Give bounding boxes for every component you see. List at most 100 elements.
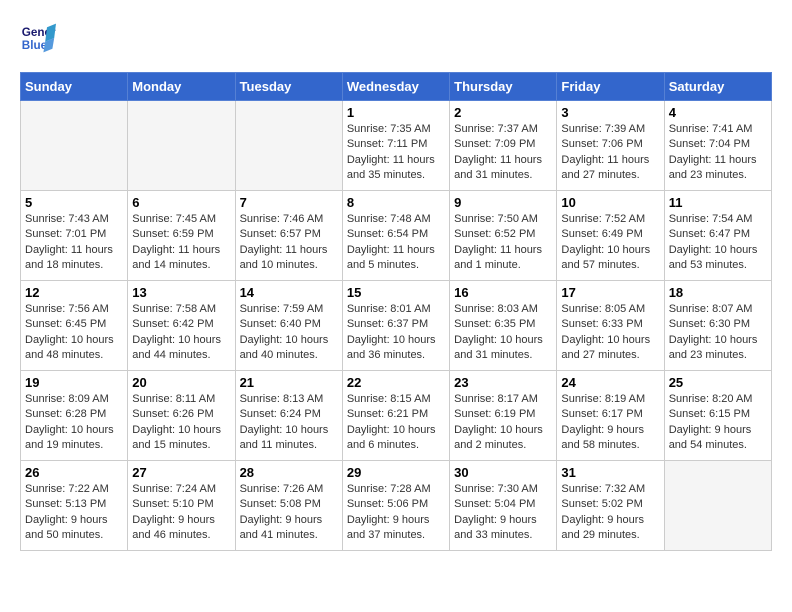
day-number: 26 bbox=[25, 465, 123, 480]
calendar-cell: 9 Sunrise: 7:50 AM Sunset: 6:52 PM Daylig… bbox=[450, 191, 557, 281]
calendar-week-row: 12 Sunrise: 7:56 AM Sunset: 6:45 PM Dayli… bbox=[21, 281, 772, 371]
day-info: Sunrise: 8:09 AM Sunset: 6:28 PM Dayligh… bbox=[25, 392, 123, 454]
calendar-cell: 27 Sunrise: 7:24 AM Sunset: 5:10 PM Dayli… bbox=[128, 461, 235, 551]
day-info: Sunrise: 7:24 AM Sunset: 5:10 PM Dayligh… bbox=[132, 482, 230, 544]
day-info: Sunrise: 7:30 AM Sunset: 5:04 PM Dayligh… bbox=[454, 482, 552, 544]
day-number: 25 bbox=[669, 375, 767, 390]
day-number: 12 bbox=[25, 285, 123, 300]
calendar-cell: 30 Sunrise: 7:30 AM Sunset: 5:04 PM Dayli… bbox=[450, 461, 557, 551]
day-info: Sunrise: 7:28 AM Sunset: 5:06 PM Dayligh… bbox=[347, 482, 445, 544]
calendar-cell: 3 Sunrise: 7:39 AM Sunset: 7:06 PM Daylig… bbox=[557, 101, 664, 191]
calendar-cell bbox=[664, 461, 771, 551]
calendar-cell: 2 Sunrise: 7:37 AM Sunset: 7:09 PM Daylig… bbox=[450, 101, 557, 191]
day-number: 5 bbox=[25, 195, 123, 210]
day-info: Sunrise: 8:20 AM Sunset: 6:15 PM Dayligh… bbox=[669, 392, 767, 454]
calendar-cell: 14Sunrise: 7:59 AM Sunset: 6:40 PM Dayli… bbox=[235, 281, 342, 371]
day-number: 28 bbox=[240, 465, 338, 480]
day-number: 20 bbox=[132, 375, 230, 390]
weekday-header-wednesday: Wednesday bbox=[342, 73, 449, 101]
day-info: Sunrise: 8:17 AM Sunset: 6:19 PM Dayligh… bbox=[454, 392, 552, 454]
calendar-cell: 15 Sunrise: 8:01 AM Sunset: 6:37 PM Dayli… bbox=[342, 281, 449, 371]
calendar-cell: 19Sunrise: 8:09 AM Sunset: 6:28 PM Dayli… bbox=[21, 371, 128, 461]
day-number: 4 bbox=[669, 105, 767, 120]
day-info: Sunrise: 7:58 AM Sunset: 6:42 PM Dayligh… bbox=[132, 302, 230, 364]
calendar-cell: 11 Sunrise: 7:54 AM Sunset: 6:47 PM Dayli… bbox=[664, 191, 771, 281]
calendar-cell: 5 Sunrise: 7:43 AM Sunset: 7:01 PM Daylig… bbox=[21, 191, 128, 281]
calendar-week-row: 19Sunrise: 8:09 AM Sunset: 6:28 PM Dayli… bbox=[21, 371, 772, 461]
calendar-cell bbox=[128, 101, 235, 191]
logo-icon: General Blue bbox=[20, 20, 56, 56]
day-number: 30 bbox=[454, 465, 552, 480]
day-number: 9 bbox=[454, 195, 552, 210]
calendar-cell: 13 Sunrise: 7:58 AM Sunset: 6:42 PM Dayli… bbox=[128, 281, 235, 371]
day-number: 11 bbox=[669, 195, 767, 210]
day-number: 10 bbox=[561, 195, 659, 210]
day-number: 7 bbox=[240, 195, 338, 210]
day-info: Sunrise: 7:56 AM Sunset: 6:45 PM Dayligh… bbox=[25, 302, 123, 364]
day-info: Sunrise: 8:11 AM Sunset: 6:26 PM Dayligh… bbox=[132, 392, 230, 454]
day-number: 13 bbox=[132, 285, 230, 300]
day-info: Sunrise: 8:13 AM Sunset: 6:24 PM Dayligh… bbox=[240, 392, 338, 454]
day-info: Sunrise: 7:26 AM Sunset: 5:08 PM Dayligh… bbox=[240, 482, 338, 544]
day-number: 22 bbox=[347, 375, 445, 390]
day-info: Sunrise: 7:32 AM Sunset: 5:02 PM Dayligh… bbox=[561, 482, 659, 544]
day-number: 27 bbox=[132, 465, 230, 480]
day-info: Sunrise: 7:39 AM Sunset: 7:06 PM Dayligh… bbox=[561, 122, 659, 184]
svg-text:Blue: Blue bbox=[22, 39, 48, 52]
weekday-header-thursday: Thursday bbox=[450, 73, 557, 101]
calendar-cell: 31 Sunrise: 7:32 AM Sunset: 5:02 PM Dayli… bbox=[557, 461, 664, 551]
calendar-cell: 26 Sunrise: 7:22 AM Sunset: 5:13 PM Dayli… bbox=[21, 461, 128, 551]
calendar-week-row: 5 Sunrise: 7:43 AM Sunset: 7:01 PM Daylig… bbox=[21, 191, 772, 281]
calendar-cell: 1Sunrise: 7:35 AM Sunset: 7:11 PM Daylig… bbox=[342, 101, 449, 191]
day-info: Sunrise: 7:41 AM Sunset: 7:04 PM Dayligh… bbox=[669, 122, 767, 184]
day-info: Sunrise: 7:43 AM Sunset: 7:01 PM Dayligh… bbox=[25, 212, 123, 274]
day-info: Sunrise: 7:46 AM Sunset: 6:57 PM Dayligh… bbox=[240, 212, 338, 274]
day-number: 23 bbox=[454, 375, 552, 390]
calendar-cell: 22 Sunrise: 8:15 AM Sunset: 6:21 PM Dayli… bbox=[342, 371, 449, 461]
calendar-table: SundayMondayTuesdayWednesdayThursdayFrid… bbox=[20, 72, 772, 551]
day-number: 8 bbox=[347, 195, 445, 210]
calendar-cell: 7 Sunrise: 7:46 AM Sunset: 6:57 PM Daylig… bbox=[235, 191, 342, 281]
day-number: 31 bbox=[561, 465, 659, 480]
day-info: Sunrise: 7:52 AM Sunset: 6:49 PM Dayligh… bbox=[561, 212, 659, 274]
calendar-cell: 29 Sunrise: 7:28 AM Sunset: 5:06 PM Dayli… bbox=[342, 461, 449, 551]
day-number: 17 bbox=[561, 285, 659, 300]
day-number: 2 bbox=[454, 105, 552, 120]
day-info: Sunrise: 7:48 AM Sunset: 6:54 PM Dayligh… bbox=[347, 212, 445, 274]
calendar-cell: 24Sunrise: 8:19 AM Sunset: 6:17 PM Dayli… bbox=[557, 371, 664, 461]
calendar-cell: 16Sunrise: 8:03 AM Sunset: 6:35 PM Dayli… bbox=[450, 281, 557, 371]
day-number: 16 bbox=[454, 285, 552, 300]
day-info: Sunrise: 7:50 AM Sunset: 6:52 PM Dayligh… bbox=[454, 212, 552, 274]
day-number: 14 bbox=[240, 285, 338, 300]
calendar-cell: 12 Sunrise: 7:56 AM Sunset: 6:45 PM Dayli… bbox=[21, 281, 128, 371]
calendar-cell: 21 Sunrise: 8:13 AM Sunset: 6:24 PM Dayli… bbox=[235, 371, 342, 461]
day-number: 21 bbox=[240, 375, 338, 390]
page-header: General Blue bbox=[20, 20, 772, 56]
weekday-header-sunday: Sunday bbox=[21, 73, 128, 101]
weekday-header-saturday: Saturday bbox=[664, 73, 771, 101]
day-number: 3 bbox=[561, 105, 659, 120]
logo: General Blue bbox=[20, 20, 56, 56]
day-info: Sunrise: 7:22 AM Sunset: 5:13 PM Dayligh… bbox=[25, 482, 123, 544]
day-info: Sunrise: 8:05 AM Sunset: 6:33 PM Dayligh… bbox=[561, 302, 659, 364]
weekday-header-monday: Monday bbox=[128, 73, 235, 101]
calendar-week-row: 26 Sunrise: 7:22 AM Sunset: 5:13 PM Dayli… bbox=[21, 461, 772, 551]
day-info: Sunrise: 7:54 AM Sunset: 6:47 PM Dayligh… bbox=[669, 212, 767, 274]
day-info: Sunrise: 8:01 AM Sunset: 6:37 PM Dayligh… bbox=[347, 302, 445, 364]
calendar-cell: 20 Sunrise: 8:11 AM Sunset: 6:26 PM Dayli… bbox=[128, 371, 235, 461]
calendar-cell: 18 Sunrise: 8:07 AM Sunset: 6:30 PM Dayli… bbox=[664, 281, 771, 371]
day-number: 29 bbox=[347, 465, 445, 480]
day-info: Sunrise: 8:15 AM Sunset: 6:21 PM Dayligh… bbox=[347, 392, 445, 454]
day-number: 6 bbox=[132, 195, 230, 210]
weekday-header-friday: Friday bbox=[557, 73, 664, 101]
weekday-header-row: SundayMondayTuesdayWednesdayThursdayFrid… bbox=[21, 73, 772, 101]
day-info: Sunrise: 7:45 AM Sunset: 6:59 PM Dayligh… bbox=[132, 212, 230, 274]
day-info: Sunrise: 8:07 AM Sunset: 6:30 PM Dayligh… bbox=[669, 302, 767, 364]
day-info: Sunrise: 7:37 AM Sunset: 7:09 PM Dayligh… bbox=[454, 122, 552, 184]
calendar-cell: 8 Sunrise: 7:48 AM Sunset: 6:54 PM Daylig… bbox=[342, 191, 449, 281]
day-number: 18 bbox=[669, 285, 767, 300]
calendar-cell bbox=[235, 101, 342, 191]
day-number: 15 bbox=[347, 285, 445, 300]
calendar-cell: 17 Sunrise: 8:05 AM Sunset: 6:33 PM Dayli… bbox=[557, 281, 664, 371]
calendar-cell: 6 Sunrise: 7:45 AM Sunset: 6:59 PM Daylig… bbox=[128, 191, 235, 281]
